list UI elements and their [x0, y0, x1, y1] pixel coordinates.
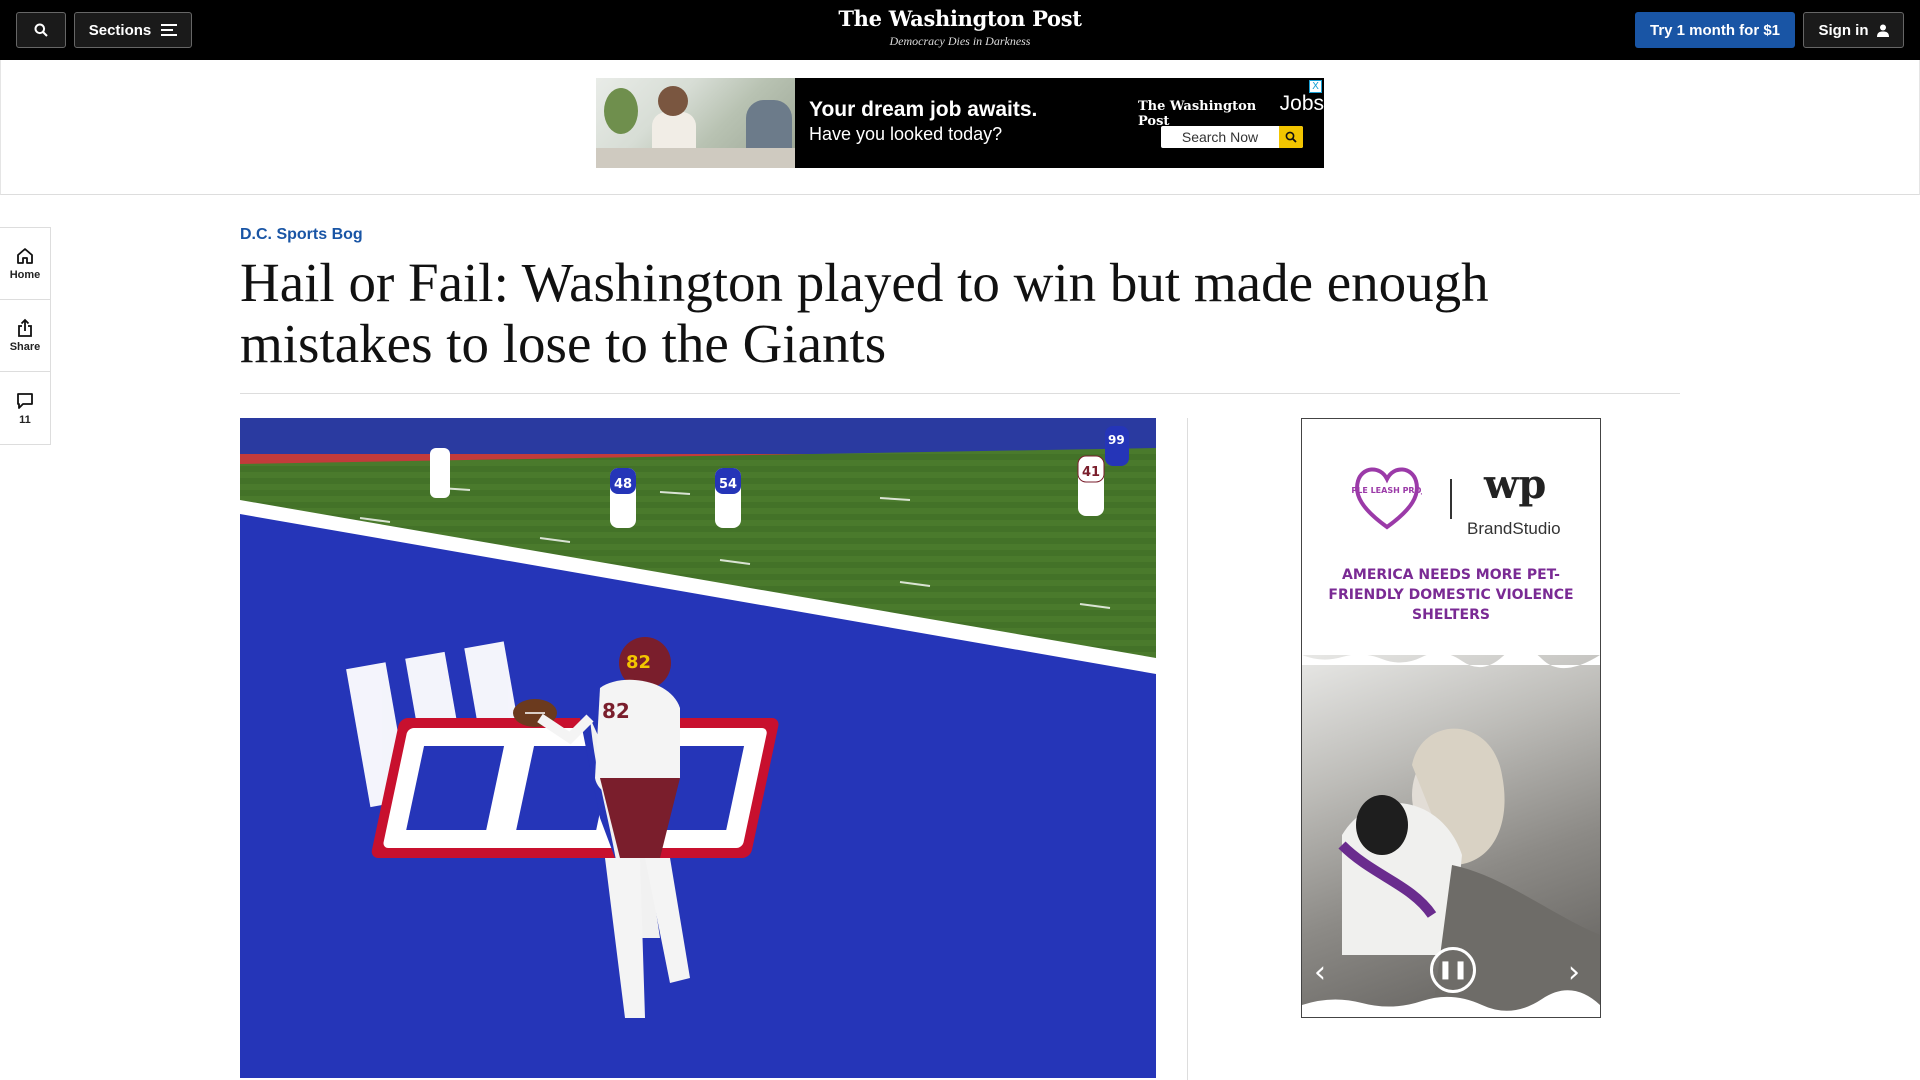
- football-photo-illustration: 48 54 41 99 82 82: [240, 418, 1156, 1078]
- ad-brand-product: Jobs: [1279, 92, 1324, 115]
- side-ad-header: PURPLE LEASH PROJECT wp BrandStudio AMER…: [1302, 419, 1600, 659]
- sections-button[interactable]: Sections: [74, 12, 192, 48]
- ad-photo-handshake: [596, 78, 795, 168]
- ad-close-icon[interactable]: X: [1309, 80, 1322, 93]
- rail-home-button[interactable]: Home: [0, 228, 50, 300]
- sections-label: Sections: [88, 21, 152, 39]
- ad-search-icon: [1279, 126, 1303, 148]
- brandstudio-side-ad[interactable]: PURPLE LEASH PROJECT wp BrandStudio AMER…: [1301, 418, 1601, 1018]
- wp-monogram: wp: [1484, 461, 1547, 508]
- search-icon: [34, 23, 48, 37]
- svg-text:99: 99: [1108, 433, 1125, 447]
- ad-brand: The Washington Post Jobs: [1138, 92, 1324, 129]
- subscribe-button[interactable]: Try 1 month for $1: [1635, 12, 1795, 48]
- header-divider: [240, 393, 1680, 394]
- brandstudio-label: BrandStudio: [1467, 519, 1561, 538]
- home-icon: [17, 248, 33, 264]
- rail-comments-count: 11: [19, 413, 31, 426]
- article-lead-photo[interactable]: 48 54 41 99 82 82: [240, 418, 1156, 1078]
- logo-name: The Washington Post: [838, 6, 1082, 31]
- svg-text:PURPLE LEASH PROJECT: PURPLE LEASH PROJECT: [1352, 486, 1422, 495]
- sign-in-label: Sign in: [1818, 21, 1869, 39]
- ad-brand-name: The Washington Post: [1138, 99, 1257, 129]
- menu-icon: [161, 24, 178, 36]
- svg-text:54: 54: [719, 477, 737, 492]
- rail-share-label: Share: [9, 341, 41, 353]
- carousel-prev-icon[interactable]: ‹: [1314, 958, 1326, 988]
- rail-comments-button[interactable]: 11: [0, 372, 50, 444]
- ad-search-now-button[interactable]: Search Now: [1161, 126, 1303, 148]
- top-nav-bar: Sections The Washington Post Democracy D…: [0, 0, 1920, 60]
- side-ad-headline: AMERICA NEEDS MORE PET-FRIENDLY DOMESTIC…: [1328, 567, 1574, 623]
- rail-share-button[interactable]: Share: [0, 300, 50, 372]
- column-divider: [1187, 418, 1188, 1080]
- jobs-banner-ad[interactable]: Your dream job awaits. Have you looked t…: [596, 78, 1324, 168]
- user-icon: [1876, 24, 1889, 37]
- sign-in-button[interactable]: Sign in: [1803, 12, 1904, 48]
- article-action-rail: Home Share 11: [0, 227, 51, 445]
- share-icon: [18, 318, 32, 337]
- svg-text:82: 82: [626, 652, 651, 673]
- ad-headline: Your dream job awaits.: [809, 98, 1038, 121]
- carousel-pause-icon[interactable]: ❚❚: [1430, 947, 1476, 993]
- site-logo[interactable]: The Washington Post Democracy Dies in Da…: [760, 6, 1160, 49]
- ad-subhead: Have you looked today?: [809, 124, 1003, 144]
- logo-tagline: Democracy Dies in Darkness: [889, 34, 1031, 48]
- svg-text:82: 82: [602, 699, 630, 723]
- ad-search-label: Search Now: [1181, 129, 1259, 145]
- svg-text:48: 48: [614, 477, 632, 492]
- article-headline: Hail or Fail: Washington played to win b…: [240, 252, 1489, 374]
- search-button[interactable]: [16, 12, 66, 48]
- carousel-next-icon[interactable]: ›: [1568, 958, 1580, 988]
- purple-leash-logo-icon: PURPLE LEASH PROJECT: [1352, 467, 1422, 530]
- rail-home-label: Home: [9, 269, 41, 281]
- comment-icon: [17, 392, 33, 409]
- svg-text:41: 41: [1082, 465, 1100, 480]
- article-kicker[interactable]: D.C. Sports Bog: [240, 226, 363, 244]
